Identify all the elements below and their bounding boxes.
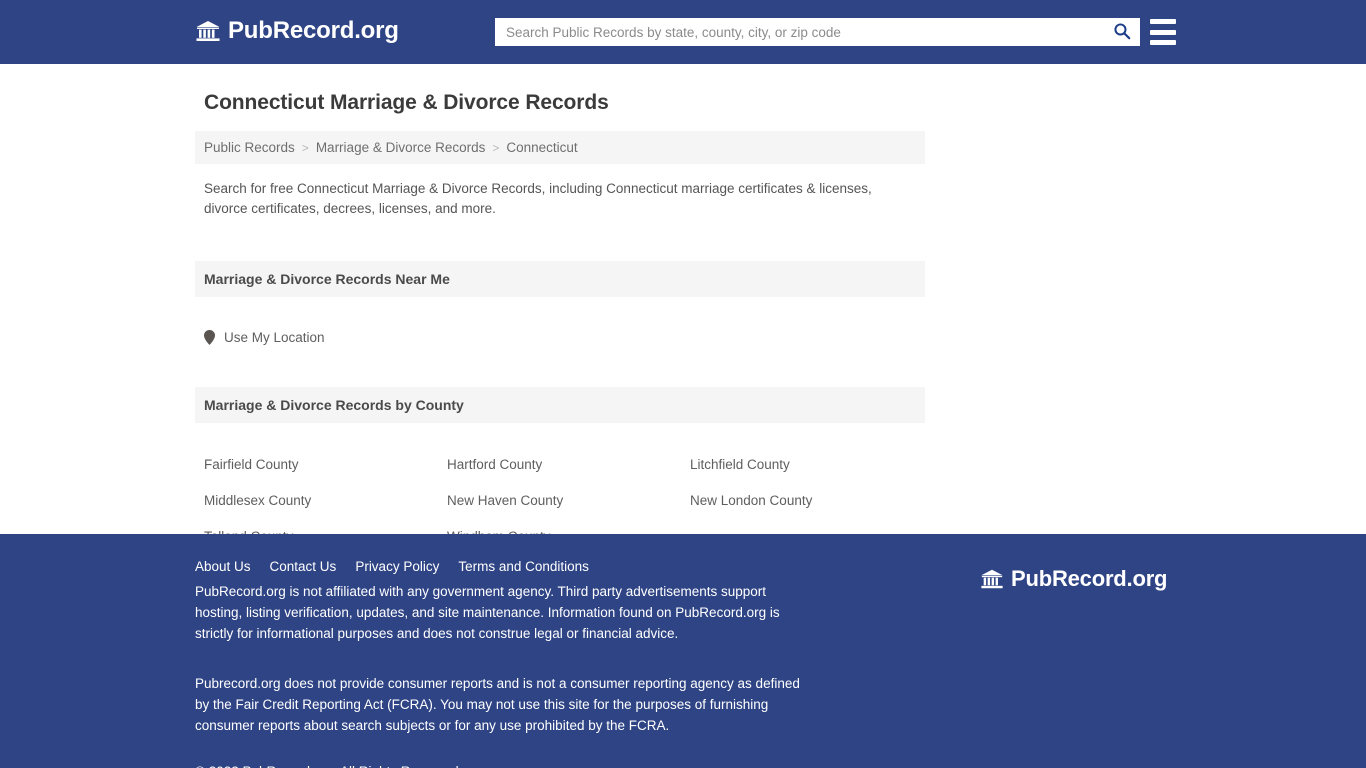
header-logo-link[interactable]: PubRecord.org — [195, 18, 399, 44]
hamburger-menu-button[interactable] — [1150, 19, 1176, 45]
page-title: Connecticut Marriage & Divorce Records — [204, 91, 609, 114]
content-container: Connecticut Marriage & Divorce Records P… — [195, 64, 925, 555]
breadcrumb-separator-1: > — [301, 140, 309, 155]
county-link-fairfield[interactable]: Fairfield County — [204, 447, 447, 483]
footer-disclaimer-2: Pubrecord.org does not provide consumer … — [195, 676, 800, 733]
footer-inner: About Us Contact Us Privacy Policy Terms… — [195, 534, 1175, 768]
use-my-location-link[interactable]: Use My Location — [204, 329, 916, 345]
hamburger-menu-icon-bar-2 — [1150, 29, 1176, 35]
footer-link-about-us[interactable]: About Us — [195, 559, 251, 574]
section-heading-near-me: Marriage & Divorce Records Near Me — [195, 261, 925, 297]
bank-building-icon — [195, 18, 221, 44]
footer-disclaimer-1: PubRecord.org is not affiliated with any… — [195, 584, 780, 641]
main-content: Connecticut Marriage & Divorce Records P… — [0, 64, 1366, 544]
near-me-list: Use My Location — [195, 309, 925, 345]
location-pin-icon — [204, 329, 215, 345]
breadcrumb-item-marriage-divorce-records[interactable]: Marriage & Divorce Records — [316, 140, 486, 155]
footer-link-privacy-policy[interactable]: Privacy Policy — [355, 559, 439, 574]
search-icon — [1113, 22, 1131, 43]
breadcrumb: Public Records > Marriage & Divorce Reco… — [195, 131, 925, 164]
county-link-middlesex[interactable]: Middlesex County — [204, 483, 447, 519]
list-item: Use My Location — [204, 329, 916, 345]
footer-copyright: © 2022 PubRecord.org. All Rights Reserve… — [195, 764, 1175, 768]
use-my-location-label: Use My Location — [224, 329, 325, 345]
county-link-new-haven[interactable]: New Haven County — [447, 483, 690, 519]
hamburger-menu-icon-bar-1 — [1150, 19, 1176, 24]
county-link-litchfield[interactable]: Litchfield County — [690, 447, 933, 483]
search-submit-button[interactable] — [1105, 19, 1139, 45]
intro-paragraph: Search for free Connecticut Marriage & D… — [204, 181, 872, 216]
hamburger-menu-icon-bar-3 — [1150, 40, 1176, 45]
breadcrumb-item-connecticut: Connecticut — [506, 140, 578, 155]
bank-building-icon — [980, 567, 1004, 591]
footer-link-terms-and-conditions[interactable]: Terms and Conditions — [458, 559, 589, 574]
search-input[interactable] — [496, 19, 1105, 45]
site-footer: About Us Contact Us Privacy Policy Terms… — [0, 534, 1366, 768]
site-header: PubRecord.org — [0, 0, 1366, 64]
breadcrumb-separator-2: > — [492, 140, 500, 155]
footer-link-contact-us[interactable]: Contact Us — [270, 559, 337, 574]
county-link-hartford[interactable]: Hartford County — [447, 447, 690, 483]
footer-logo-link[interactable]: PubRecord.org — [980, 566, 1168, 592]
county-link-new-london[interactable]: New London County — [690, 483, 933, 519]
footer-brand-name: PubRecord.org — [1011, 566, 1168, 591]
section-heading-by-county: Marriage & Divorce Records by County — [195, 386, 925, 423]
header-brand-name: PubRecord.org — [228, 17, 399, 44]
breadcrumb-item-public-records[interactable]: Public Records — [204, 140, 295, 155]
search-bar[interactable] — [495, 18, 1140, 46]
